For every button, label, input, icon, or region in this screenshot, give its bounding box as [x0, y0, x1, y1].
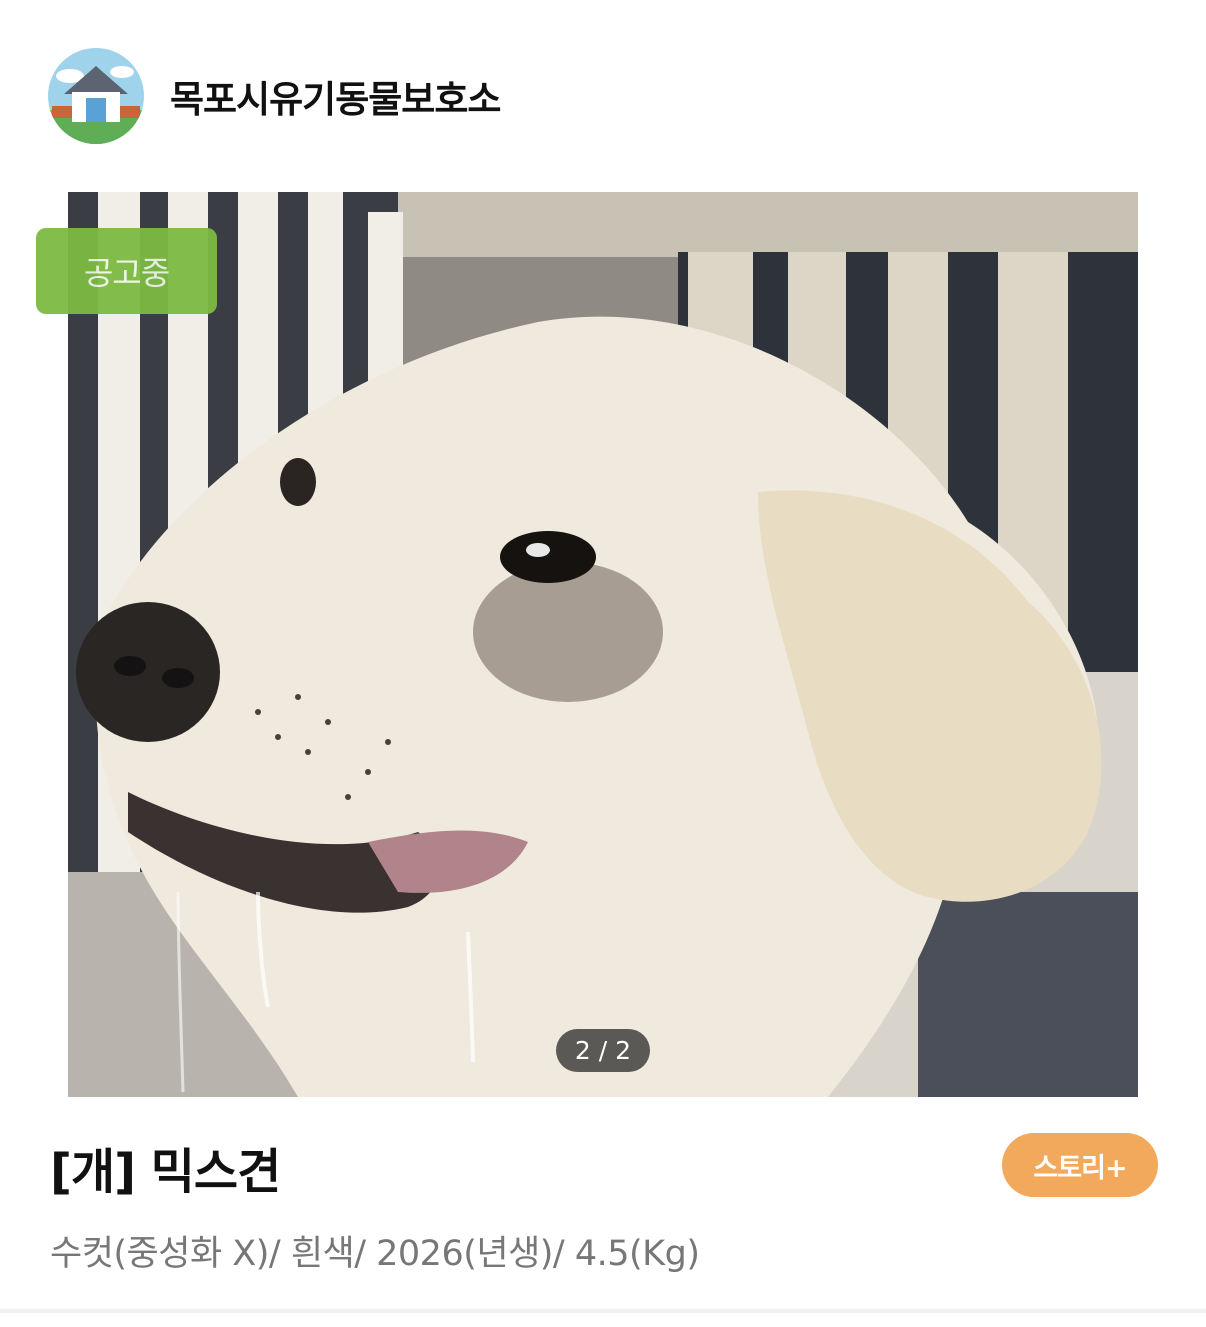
animal-photo[interactable]: 2 / 2 — [68, 192, 1138, 1097]
shelter-name[interactable]: 목포시유기동물보호소 — [170, 69, 501, 123]
shelter-header: 목포시유기동물보호소 — [48, 48, 501, 144]
story-add-button[interactable]: 스토리+ — [1002, 1133, 1158, 1197]
status-badge: 공고중 — [36, 228, 217, 314]
dog-photo-image — [68, 192, 1138, 1097]
shelter-avatar[interactable] — [48, 48, 144, 144]
section-divider — [0, 1309, 1206, 1313]
animal-details: 수컷(중성화 X)/ 흰색/ 2026(년생)/ 4.5(Kg) — [50, 1234, 700, 1274]
animal-title: [개] 믹스견 — [50, 1144, 281, 1200]
house-icon — [48, 48, 144, 144]
photo-pager: 2 / 2 — [556, 1029, 650, 1072]
